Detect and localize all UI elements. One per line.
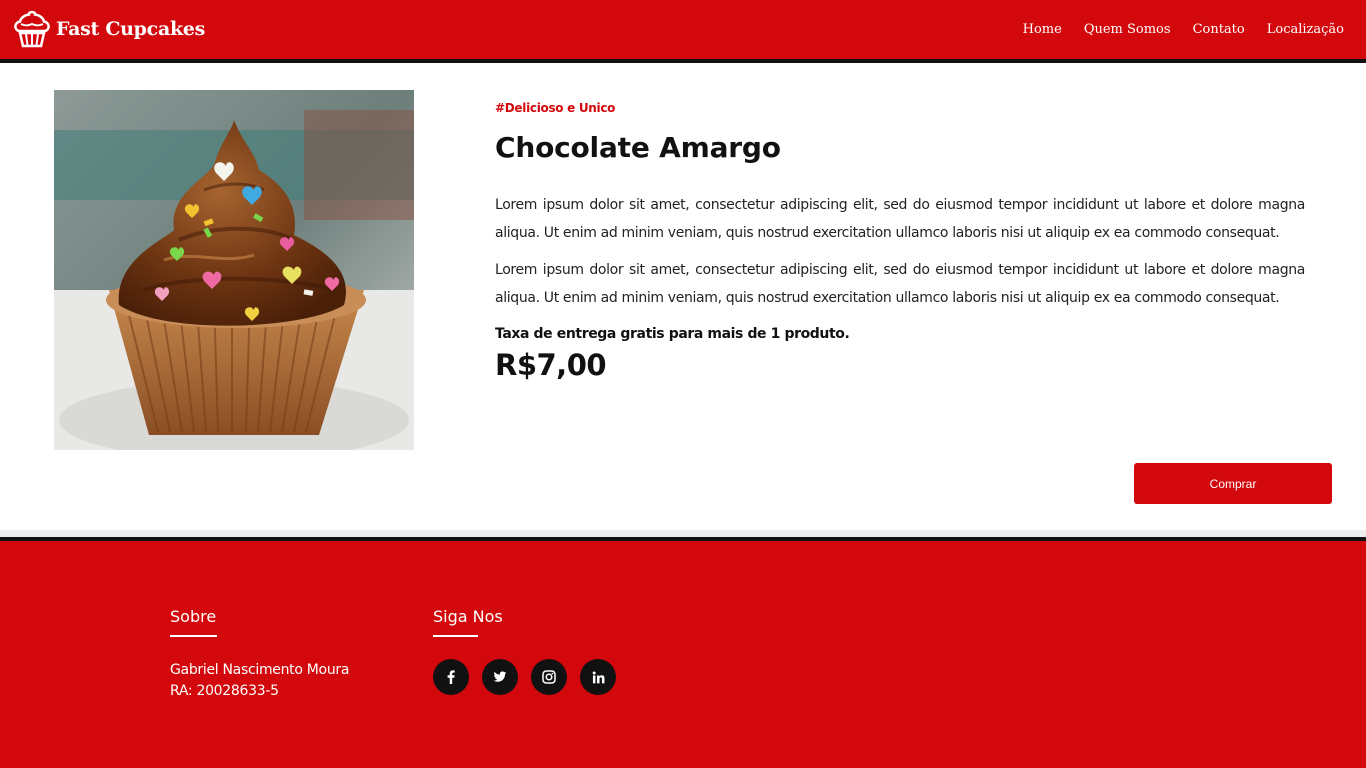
about-title: Sobre bbox=[170, 607, 217, 626]
title-underline bbox=[433, 635, 478, 637]
product-description: Lorem ipsum dolor sit amet, consectetur … bbox=[495, 262, 1305, 306]
brand-name: Fast Cupcakes bbox=[56, 18, 206, 40]
nav-quem-somos[interactable]: Quem Somos bbox=[1084, 22, 1171, 37]
nav-localizacao[interactable]: Localização bbox=[1267, 22, 1344, 37]
nav-contato[interactable]: Contato bbox=[1193, 22, 1245, 37]
nav-home[interactable]: Home bbox=[1023, 22, 1062, 37]
product-description: Lorem ipsum dolor sit amet, consectetur … bbox=[495, 197, 1305, 241]
site-footer: Sobre Gabriel Nascimento Moura RA: 20028… bbox=[0, 541, 1366, 768]
header-divider bbox=[0, 59, 1366, 63]
social-title: Siga Nos bbox=[433, 607, 503, 626]
instagram-link[interactable] bbox=[531, 659, 567, 695]
product-info: #Delicioso e Unico Chocolate Amargo Lore… bbox=[495, 99, 1305, 382]
main-nav: Home Quem Somos Contato Localização bbox=[1001, 0, 1344, 59]
site-header: Fast Cupcakes Home Quem Somos Contato Lo… bbox=[0, 0, 1366, 59]
footer-social: Siga Nos bbox=[433, 606, 629, 695]
author-name: Gabriel Nascimento Moura bbox=[170, 662, 350, 678]
facebook-icon bbox=[447, 670, 455, 684]
title-underline bbox=[170, 635, 217, 637]
twitter-link[interactable] bbox=[482, 659, 518, 695]
product-image bbox=[54, 90, 414, 450]
product-tag: #Delicioso e Unico bbox=[495, 101, 616, 115]
cupcake-icon bbox=[14, 10, 50, 48]
buy-button[interactable]: Comprar bbox=[1134, 463, 1332, 504]
section-separator bbox=[0, 530, 1366, 537]
facebook-link[interactable] bbox=[433, 659, 469, 695]
product-price: R$7,00 bbox=[495, 348, 607, 382]
author-ra: RA: 20028633-5 bbox=[170, 683, 279, 699]
linkedin-icon bbox=[592, 671, 604, 683]
product-title: Chocolate Amargo bbox=[495, 131, 781, 164]
linkedin-link[interactable] bbox=[580, 659, 616, 695]
delivery-note: Taxa de entrega gratis para mais de 1 pr… bbox=[495, 326, 850, 342]
twitter-icon bbox=[493, 671, 507, 682]
brand-logo[interactable]: Fast Cupcakes bbox=[12, 9, 205, 49]
instagram-icon bbox=[542, 670, 556, 684]
footer-about: Sobre Gabriel Nascimento Moura RA: 20028… bbox=[170, 606, 349, 702]
